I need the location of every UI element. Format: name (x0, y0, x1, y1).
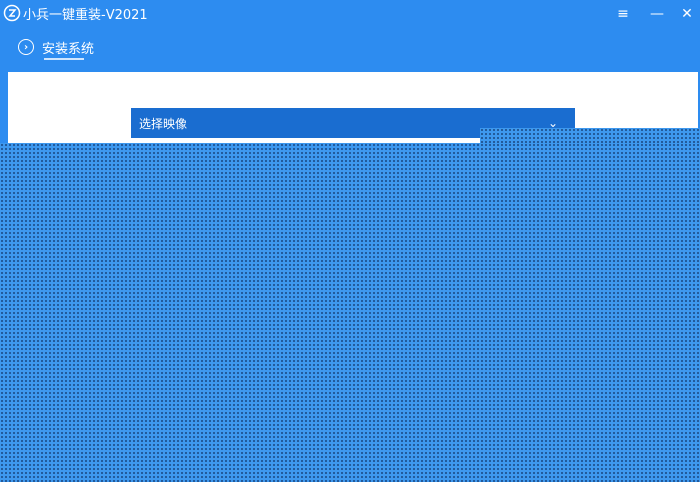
loading-overlay (0, 143, 700, 482)
app-logo-icon (3, 4, 21, 22)
menu-button[interactable]: ≡ (608, 0, 638, 27)
tab-install-system[interactable]: › 安装系统 (18, 36, 94, 58)
tab-label: 安装系统 (42, 41, 95, 57)
close-button[interactable]: ✕ (672, 0, 700, 27)
active-tab-indicator (44, 58, 84, 60)
minimize-icon: — (650, 5, 664, 22)
tab-bar: › 安装系统 (0, 30, 700, 60)
menu-icon: ≡ (617, 5, 629, 22)
close-icon: ✕ (681, 5, 693, 22)
chevron-right-circle-icon: › (18, 39, 34, 55)
title-bar: 小兵一键重装-V2021 ≡ — ✕ (0, 0, 700, 27)
window-title: 小兵一键重装-V2021 (23, 8, 148, 23)
dialog-title: 选择映像 (139, 117, 188, 131)
minimize-button[interactable]: — (642, 0, 672, 27)
loading-overlay-notch (480, 128, 700, 143)
